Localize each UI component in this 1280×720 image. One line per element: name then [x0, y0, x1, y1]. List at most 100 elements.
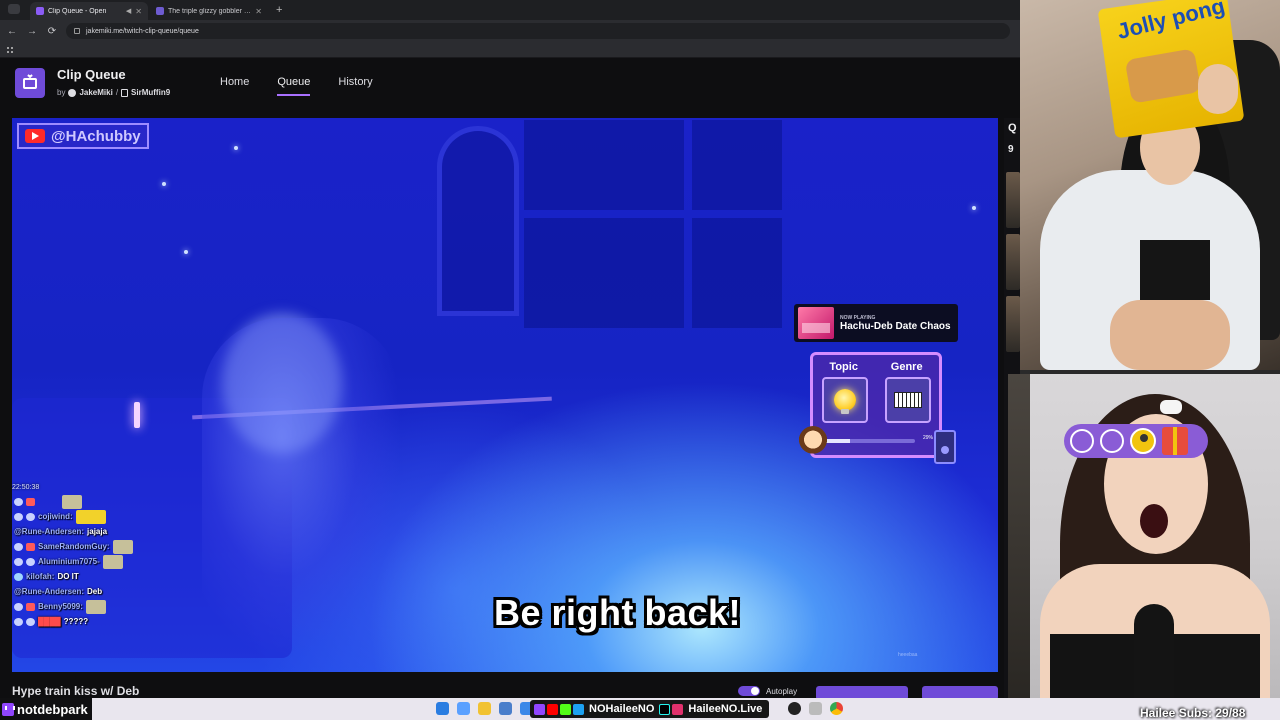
tab-search-icon[interactable] [8, 4, 20, 14]
now-playing-title: Hachu-Deb Date Chaos [840, 320, 951, 332]
gift-icon [1162, 427, 1188, 455]
sparkle [234, 146, 238, 150]
youtube-handle-text: @HAchubby [51, 127, 141, 145]
windows-start-icon[interactable] [436, 702, 449, 715]
chat-username: ████ [38, 617, 61, 626]
url-input[interactable]: jakemiki.me/twitch-clip-queue/queue [66, 23, 1010, 39]
chat-username: kilofah: [26, 572, 55, 581]
chat-badge-icon [14, 617, 23, 626]
app-logo[interactable] [15, 68, 45, 98]
tab-title: The triple glizzy gobbler - Twit [168, 7, 252, 15]
nav-history[interactable]: History [338, 76, 372, 96]
queue-item-thumbnail[interactable] [1006, 234, 1020, 290]
video-watermark: heeebaa [898, 652, 918, 658]
video-player[interactable]: @HAchubby NOW PLAYING Hachu-Deb Date Cha… [12, 118, 998, 672]
chat-badge-icon [26, 602, 35, 611]
close-tab-icon[interactable]: ✕ [135, 7, 142, 16]
app-authors: by JakeMiki / SirMuffin9 [57, 88, 170, 97]
author-separator: / [115, 88, 119, 97]
app-icon[interactable] [809, 702, 822, 715]
scene-person [202, 318, 402, 658]
chat-message: jajaja [87, 527, 108, 536]
chat-username: SameRandomGuy: [38, 542, 110, 551]
main-nav: Home Queue History [220, 76, 373, 96]
chrome-icon[interactable] [830, 702, 843, 715]
twitch-icon [534, 703, 545, 715]
tab-twitter[interactable]: The triple glizzy gobbler - Twit ✕ [150, 2, 268, 20]
be-right-back-caption: Be right back! [494, 592, 742, 633]
instagram-icon [672, 703, 684, 715]
twitter-icon [573, 703, 584, 715]
scene-candle [134, 402, 140, 428]
queue-item-thumbnail[interactable] [1006, 172, 1020, 228]
channel-name-overlay: notdebpark [0, 698, 92, 720]
tab-title: Clip Queue - Open [48, 7, 107, 15]
chat-badge-icon [14, 512, 23, 521]
sparkle [972, 206, 976, 210]
clip-controls-row: Hype train kiss w/ Deb Autoplay [12, 682, 998, 700]
clip-queue-favicon-icon [36, 7, 44, 15]
queue-item-thumbnail[interactable] [1006, 296, 1020, 352]
obs-icon[interactable] [788, 702, 801, 715]
taskbar-tray-apps [788, 702, 843, 715]
chat-username: @Rune-Andersen: [14, 527, 85, 536]
chat-line: SameRandomGuy: [14, 539, 174, 554]
reload-button[interactable]: ⟳ [46, 26, 58, 37]
github-icon [68, 88, 77, 97]
sub-goal-counter: Hailee Subs: 29/88 [1140, 706, 1246, 720]
topic-genre-widget: Topic Genre 29% [810, 352, 942, 458]
topic-genre-header: Topic Genre [813, 361, 939, 373]
emote-goal-bar [1064, 424, 1208, 458]
chat-message: DO IT [57, 572, 79, 581]
streamer-mouth [1140, 504, 1168, 538]
forward-button[interactable]: → [26, 26, 38, 37]
close-tab-icon[interactable]: ✕ [255, 7, 262, 16]
kick-icon [560, 703, 571, 715]
scene-window-pane [692, 120, 782, 210]
nav-queue[interactable]: Queue [277, 76, 311, 96]
chat-app-icon[interactable] [499, 702, 512, 715]
speaker-icon[interactable]: ◀ [126, 7, 131, 15]
chat-badge-icon [26, 557, 35, 566]
chat-line: cojiwind: [14, 509, 174, 524]
author-jakemiki-link[interactable]: JakeMiki [79, 88, 112, 97]
chat-badge-icon [26, 497, 35, 506]
chat-line: ████????? [14, 614, 174, 629]
clip-queue-page: Clip Queue by JakeMiki / SirMuffin9 Home… [0, 58, 1020, 700]
chat-username: Benny5099: [38, 602, 83, 611]
widget-progress-bar [823, 439, 915, 443]
circle-icon [1070, 429, 1094, 453]
side-strip [1008, 374, 1030, 698]
apps-grid-icon[interactable] [6, 46, 14, 54]
nav-home[interactable]: Home [220, 76, 249, 96]
chat-emote-icon [85, 599, 106, 614]
queue-count: 9 [1008, 144, 1014, 155]
site-info-icon[interactable] [74, 28, 80, 34]
streamer-legs [1110, 300, 1230, 370]
copilot-icon[interactable] [457, 702, 470, 715]
chat-username: Aluminium7075- [38, 557, 100, 566]
youtube-icon [547, 703, 558, 715]
back-button[interactable]: ← [6, 26, 18, 37]
autoplay-control[interactable]: Autoplay [738, 686, 797, 696]
new-tab-button[interactable]: + [270, 2, 288, 20]
chat-badge-icon [14, 542, 23, 551]
chat-line: Aluminium7075- [14, 554, 174, 569]
now-playing-thumbnail [798, 307, 834, 339]
queue-heading: Q [1008, 122, 1017, 134]
chat-line [14, 494, 174, 509]
chat-line: kilofah: DO IT [14, 569, 174, 584]
folder-icon[interactable] [478, 702, 491, 715]
lightbulb-icon [833, 389, 856, 414]
address-bar-row: ← → ⟳ jakemiki.me/twitch-clip-queue/queu… [0, 20, 1020, 42]
autoplay-toggle[interactable] [738, 686, 760, 696]
chat-badge-icon [26, 542, 35, 551]
author-sirmuffin-link[interactable]: SirMuffin9 [131, 88, 170, 97]
chat-username: cojiwind: [38, 512, 73, 521]
chat-badge-icon [14, 497, 23, 506]
streamer-top [1140, 240, 1210, 300]
social-handle-2: HaileeNO.Live [688, 703, 763, 715]
tab-clip-queue[interactable]: Clip Queue - Open ◀ ✕ [30, 2, 148, 20]
topic-label: Topic [829, 361, 858, 373]
twitch-favicon-icon [156, 7, 164, 15]
